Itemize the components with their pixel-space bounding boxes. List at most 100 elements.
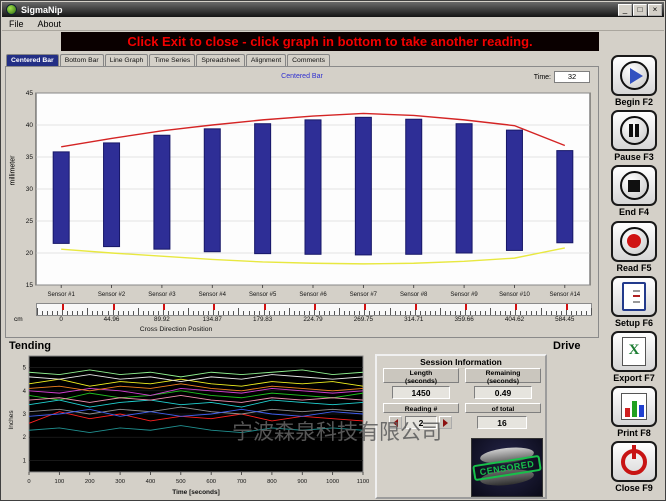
ruler-tick bbox=[153, 311, 154, 315]
read-f5-button[interactable] bbox=[611, 221, 657, 262]
sidebar-slot: Read F5 bbox=[602, 221, 666, 276]
sensor-bar[interactable] bbox=[506, 130, 522, 250]
ruler-tick bbox=[108, 311, 109, 315]
trending-chart[interactable]: 5432101002003004005006007008009001000110… bbox=[5, 354, 375, 499]
close-window-button[interactable] bbox=[648, 4, 662, 16]
setup-icon bbox=[622, 282, 646, 311]
ruler-tick bbox=[259, 311, 260, 315]
sensor-bar[interactable] bbox=[456, 124, 472, 253]
trend-x-tick: 100 bbox=[55, 479, 65, 485]
ruler-tick bbox=[339, 308, 340, 315]
ruler-tick bbox=[208, 311, 209, 315]
sensor-position-marker bbox=[566, 304, 568, 310]
ruler-tick bbox=[495, 311, 496, 315]
sidebar-slot: Pause F3 bbox=[602, 110, 666, 165]
ruler-tick bbox=[455, 311, 456, 315]
ruler-tick bbox=[173, 311, 174, 315]
sensor-position-marker bbox=[113, 304, 115, 310]
sensor-bar[interactable] bbox=[557, 151, 573, 243]
sensor-position-marker bbox=[465, 304, 467, 310]
tab-spreadsheet[interactable]: Spreadsheet bbox=[196, 54, 245, 66]
tab-alignment[interactable]: Alignment bbox=[246, 54, 286, 66]
tab-line-graph[interactable]: Line Graph bbox=[105, 54, 149, 66]
sensor-bar[interactable] bbox=[255, 124, 271, 254]
tab-time-series[interactable]: Time Series bbox=[149, 54, 195, 66]
ruler-tick bbox=[536, 311, 537, 315]
alert-banner: Click Exit to close - click graph in bot… bbox=[61, 32, 599, 51]
print-icon bbox=[621, 393, 647, 420]
tending-label: Tending bbox=[9, 340, 51, 352]
menu-about[interactable]: About bbox=[31, 19, 69, 29]
ruler-tick bbox=[289, 308, 290, 315]
sidebar-slot: End F4 bbox=[602, 165, 666, 220]
tab-comments[interactable]: Comments bbox=[287, 54, 330, 66]
ruler-tick bbox=[203, 311, 204, 315]
cm-unit-label: cm bbox=[14, 316, 23, 323]
ruler-tick bbox=[435, 311, 436, 315]
ruler-tick bbox=[42, 311, 43, 315]
begin-f2-button[interactable] bbox=[611, 55, 657, 96]
y-tick-label: 20 bbox=[26, 250, 34, 257]
ruler-number: 134.87 bbox=[192, 316, 232, 323]
ruler-number: 0 bbox=[41, 316, 81, 323]
sensor-bar[interactable] bbox=[154, 135, 170, 249]
sensor-label: Sensor #2 bbox=[98, 292, 126, 298]
sensor-bar[interactable] bbox=[355, 117, 371, 255]
remaining-value: 0.49 bbox=[474, 386, 532, 399]
ruler-tick bbox=[87, 308, 88, 315]
ruler-number: 89.92 bbox=[142, 316, 182, 323]
ruler-tick bbox=[541, 308, 542, 315]
close-f9-button[interactable] bbox=[611, 441, 657, 482]
y-tick-label: 45 bbox=[26, 90, 34, 97]
ruler-tick bbox=[374, 311, 375, 315]
sensor-position-marker bbox=[62, 304, 64, 310]
ruler-tick bbox=[546, 311, 547, 315]
end-f4-button[interactable] bbox=[611, 165, 657, 206]
ruler-tick bbox=[510, 311, 511, 315]
sidebar-button-label: Read F5 bbox=[602, 263, 666, 273]
setup-f6-button[interactable] bbox=[611, 276, 657, 317]
session-info-title: Session Information bbox=[377, 357, 545, 367]
ruler-tick bbox=[148, 311, 149, 315]
reading-next-button[interactable] bbox=[439, 416, 452, 429]
sensor-bar[interactable] bbox=[204, 129, 220, 252]
print-f8-button[interactable] bbox=[611, 386, 657, 427]
maximize-button[interactable] bbox=[633, 4, 647, 16]
trend-x-tick: 1000 bbox=[326, 479, 339, 485]
ruler-tick bbox=[183, 311, 184, 315]
trend-x-tick: 600 bbox=[206, 479, 216, 485]
ruler-tick bbox=[591, 308, 592, 315]
sensor-bar[interactable] bbox=[305, 120, 321, 254]
ruler-tick bbox=[400, 311, 401, 315]
ruler-tick bbox=[223, 311, 224, 315]
time-value: 32 bbox=[554, 71, 590, 83]
session-info-panel: Session Information Length (seconds) Rem… bbox=[375, 354, 547, 499]
ruler-tick bbox=[480, 311, 481, 315]
pause-f3-button[interactable] bbox=[611, 110, 657, 151]
ruler-tick bbox=[576, 311, 577, 315]
trend-x-tick: 900 bbox=[297, 479, 307, 485]
play-icon bbox=[620, 61, 649, 90]
ruler-tick bbox=[133, 311, 134, 315]
ruler-tick bbox=[67, 311, 68, 315]
tab-centered-bar[interactable]: Centered Bar bbox=[6, 54, 59, 66]
of-total-header: of total bbox=[465, 403, 541, 413]
ruler-tick bbox=[243, 311, 244, 315]
ruler-tick bbox=[420, 311, 421, 315]
menu-file[interactable]: File bbox=[2, 19, 31, 29]
reading-prev-button[interactable] bbox=[389, 416, 402, 429]
trend-x-tick: 300 bbox=[115, 479, 125, 485]
export-f7-button[interactable] bbox=[611, 331, 657, 372]
ruler-tick bbox=[77, 311, 78, 315]
ruler-tick bbox=[218, 311, 219, 315]
sensor-bar[interactable] bbox=[406, 119, 422, 254]
sensor-bar[interactable] bbox=[104, 143, 120, 247]
ruler-tick bbox=[349, 311, 350, 315]
trend-y-tick: 4 bbox=[23, 389, 27, 395]
ruler-tick bbox=[390, 308, 391, 315]
title-bar: SigmaNip bbox=[2, 2, 664, 17]
ruler-tick bbox=[37, 308, 38, 315]
tab-bottom-bar[interactable]: Bottom Bar bbox=[60, 54, 104, 66]
sensor-bar[interactable] bbox=[53, 152, 69, 244]
minimize-button[interactable] bbox=[618, 4, 632, 16]
